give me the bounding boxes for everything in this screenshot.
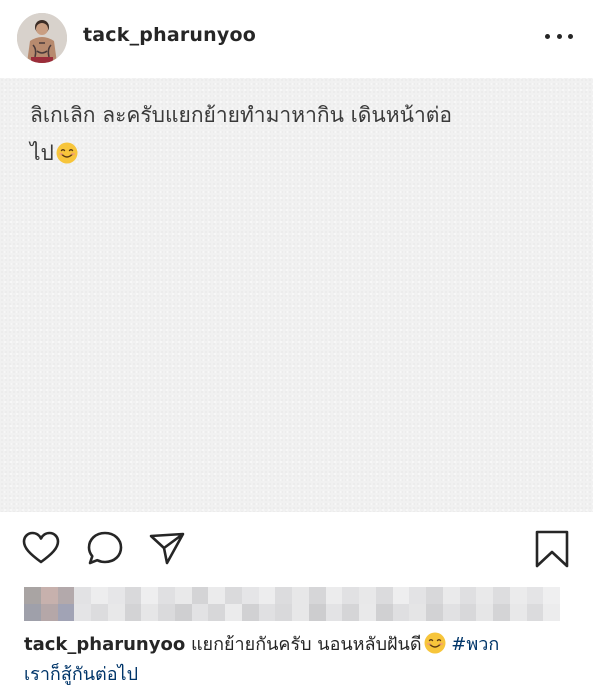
share-icon[interactable] bbox=[148, 531, 186, 565]
comment-icon[interactable] bbox=[86, 530, 124, 566]
post-image-text-line1: ลิเกเลิก ละครับแยกย้ายทำมาหากิน เดินหน้า… bbox=[30, 103, 453, 127]
smiling-face-emoji-icon bbox=[424, 632, 446, 654]
post-username[interactable]: tack_pharunyoo bbox=[83, 24, 256, 46]
post-image-text: ลิเกเลิก ละครับแยกย้ายทำมาหากิน เดินหน้า… bbox=[30, 96, 550, 172]
post-caption: tack_pharunyoo แยกย้ายกันครับ นอนหลับฝัน… bbox=[24, 630, 572, 690]
caption-username[interactable]: tack_pharunyoo bbox=[24, 634, 185, 655]
liked-by-blurred bbox=[24, 587, 560, 621]
heart-icon[interactable] bbox=[22, 531, 60, 565]
post-image-text-line2: ไป bbox=[30, 141, 54, 165]
post-actions-bar bbox=[0, 512, 593, 582]
post-header: tack_pharunyoo bbox=[0, 0, 593, 78]
more-options-icon[interactable] bbox=[545, 26, 573, 46]
smiling-face-emoji-icon bbox=[56, 138, 78, 164]
post-image: ลิเกเลิก ละครับแยกย้ายทำมาหากิน เดินหน้า… bbox=[0, 78, 593, 512]
bookmark-icon[interactable] bbox=[534, 529, 570, 569]
avatar[interactable] bbox=[17, 13, 67, 63]
caption-hashtag-part1: #พวก bbox=[451, 634, 500, 655]
caption-text: แยกย้ายกันครับ นอนหลับฝันดี bbox=[190, 634, 422, 655]
caption-hashtag-part2: เราก็สู้กันต่อไป bbox=[24, 664, 138, 685]
